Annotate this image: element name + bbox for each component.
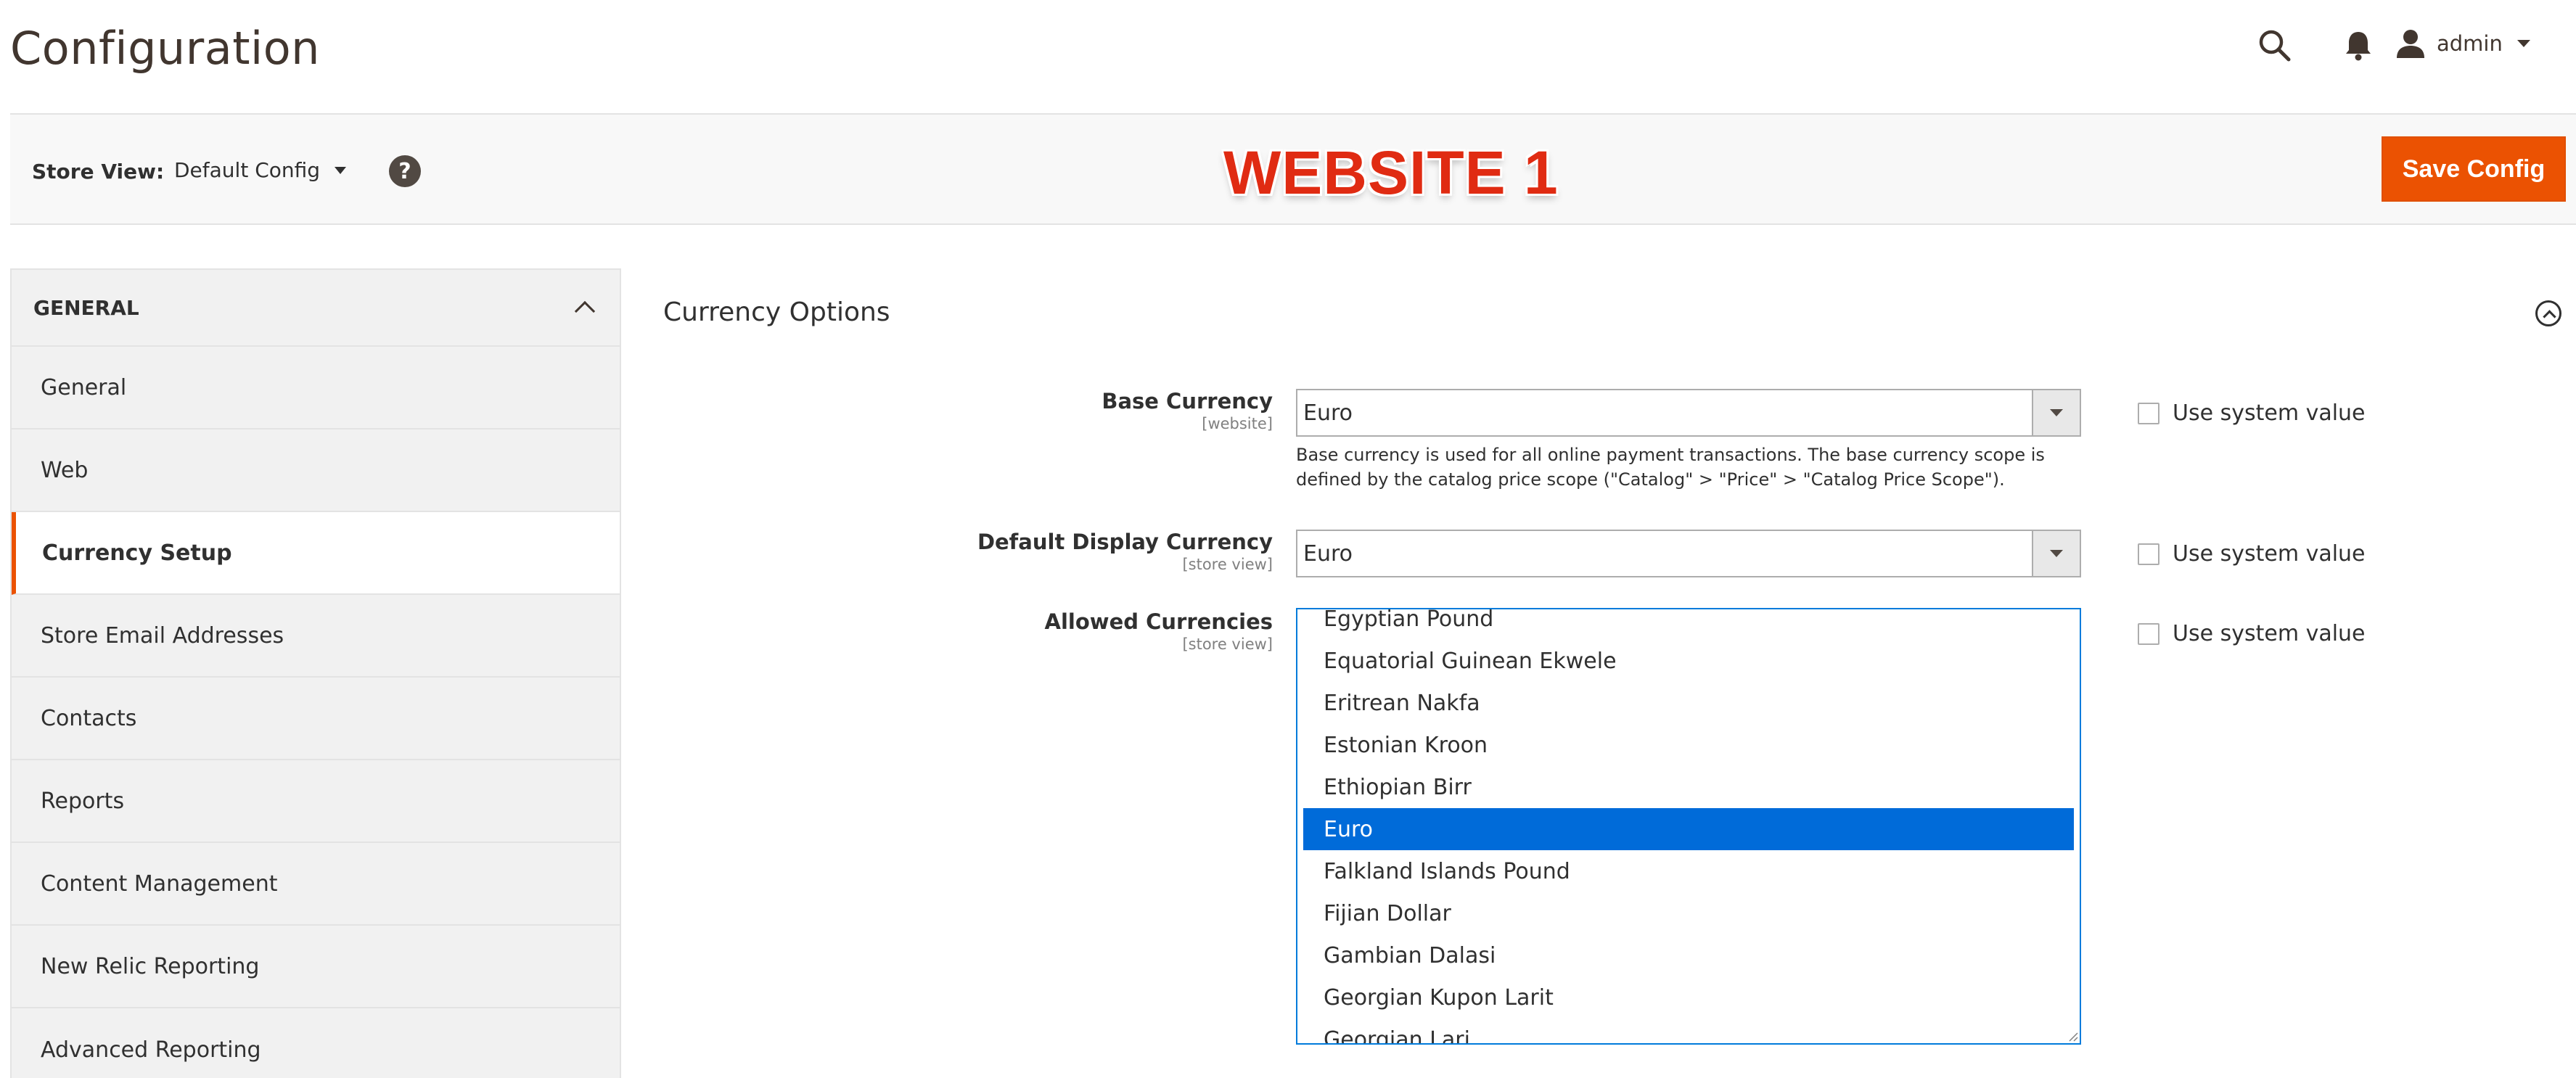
checkbox[interactable]: [2138, 543, 2159, 565]
chevron-down-icon: [2032, 531, 2080, 576]
sidebar-section-general[interactable]: GENERAL: [12, 270, 620, 347]
display-currency-value: Euro: [1303, 540, 1353, 567]
store-view-bar: Store View: Default Config ? WEBSITE 1 S…: [10, 113, 2576, 225]
use-system-value-label: Use system value: [2173, 541, 2366, 567]
currency-option[interactable]: Georgian Kupon Larit: [1303, 976, 2074, 1019]
display-currency-use-system-value[interactable]: Use system value: [2138, 541, 2366, 567]
base-currency-value: Euro: [1303, 400, 1353, 426]
save-config-button[interactable]: Save Config: [2382, 136, 2566, 202]
currency-option[interactable]: Egyptian Pound: [1303, 609, 2074, 640]
chevron-down-icon: [335, 166, 347, 174]
sidebar-item-reports[interactable]: Reports: [12, 760, 620, 843]
website-banner: WEBSITE 1: [1223, 139, 1559, 207]
allowed-currencies-multiselect[interactable]: Egyptian Pound Equatorial Guinean Ekwele E…: [1296, 608, 2081, 1045]
sidebar-item-new-relic-reporting[interactable]: New Relic Reporting: [12, 926, 620, 1008]
sidebar-item-store-email-addresses[interactable]: Store Email Addresses: [12, 595, 620, 678]
currency-option[interactable]: Georgian Lari: [1303, 1019, 2074, 1044]
store-view-label: Store View:: [32, 160, 165, 184]
page-title: Configuration: [10, 22, 320, 75]
user-menu[interactable]: admin: [2395, 26, 2530, 61]
help-icon[interactable]: ?: [389, 155, 421, 187]
user-name: admin: [2437, 31, 2503, 56]
base-currency-note: Base currency is used for all online pay…: [1296, 445, 2045, 490]
user-icon: [2397, 30, 2424, 58]
currency-option[interactable]: Gambian Dalasi: [1303, 934, 2074, 976]
currency-option[interactable]: Ethiopian Birr: [1303, 766, 2074, 808]
search-icon[interactable]: [2257, 28, 2293, 64]
display-currency-label: Default Display Currency: [977, 530, 1273, 554]
sidebar-item-currency-setup[interactable]: Currency Setup: [12, 512, 620, 595]
use-system-value-label: Use system value: [2173, 400, 2366, 426]
currency-option[interactable]: Falkland Islands Pound: [1303, 850, 2074, 892]
section-title: Currency Options: [663, 297, 890, 327]
checkbox[interactable]: [2138, 622, 2159, 645]
chevron-up-icon: [574, 300, 596, 322]
store-view-value: Default Config: [174, 158, 321, 182]
resize-handle-icon[interactable]: [2067, 1030, 2078, 1042]
header-actions: admin: [2257, 0, 2576, 87]
collapse-section-icon[interactable]: [2535, 300, 2561, 326]
currency-option[interactable]: Estonian Kroon: [1303, 724, 2074, 766]
store-view-dropdown[interactable]: Default Config: [174, 158, 347, 182]
checkbox[interactable]: [2138, 402, 2159, 424]
notification-bell-icon[interactable]: [2344, 29, 2373, 62]
sidebar-item-web[interactable]: Web: [12, 429, 620, 512]
allowed-currencies-scope: [store view]: [1182, 635, 1273, 653]
currency-option[interactable]: Equatorial Guinean Ekwele: [1303, 640, 2074, 682]
sidebar-item-advanced-reporting[interactable]: Advanced Reporting: [12, 1008, 620, 1078]
allowed-currencies-label: Allowed Currencies: [1044, 609, 1273, 634]
display-currency-select[interactable]: Euro: [1296, 530, 2081, 577]
currency-option[interactable]: Euro: [1303, 808, 2074, 850]
sidebar-item-general[interactable]: General: [12, 347, 620, 429]
base-currency-select[interactable]: Euro: [1296, 389, 2081, 437]
currency-option[interactable]: Fijian Dollar: [1303, 892, 2074, 934]
chevron-down-icon: [2516, 40, 2530, 47]
base-currency-scope: [website]: [1202, 415, 1273, 432]
currency-option-list: Egyptian Pound Equatorial Guinean Ekwele E…: [1297, 609, 2080, 1044]
allowed-currencies-use-system-value[interactable]: Use system value: [2138, 621, 2366, 646]
currency-option[interactable]: Eritrean Nakfa: [1303, 682, 2074, 724]
sidebar-item-content-management[interactable]: Content Management: [12, 843, 620, 926]
base-currency-label: Base Currency: [1102, 389, 1273, 413]
use-system-value-label: Use system value: [2173, 621, 2366, 646]
chevron-down-icon: [2032, 390, 2080, 435]
sidebar-item-contacts[interactable]: Contacts: [12, 678, 620, 760]
base-currency-use-system-value[interactable]: Use system value: [2138, 400, 2366, 426]
config-sidebar: GENERAL General Web Currency Setup Store…: [10, 268, 621, 1078]
display-currency-scope: [store view]: [1182, 556, 1273, 573]
sidebar-section-label: GENERAL: [33, 295, 139, 320]
